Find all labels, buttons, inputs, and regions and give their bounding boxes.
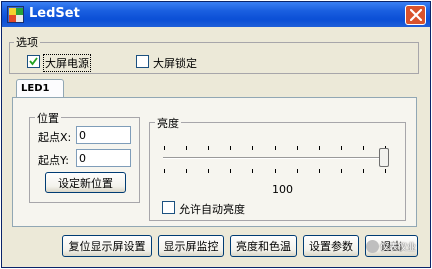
power-checkbox[interactable]: [27, 55, 40, 68]
slider-tick: [275, 169, 276, 173]
window-title: LedSet: [29, 6, 80, 21]
slider-tick: [252, 146, 253, 150]
ledset-window: LedSet 选项 大屏电源 大屏锁定 LED1 位置 起点X: 起点Y: 设定…: [1, 1, 431, 268]
start-x-input[interactable]: [76, 126, 131, 144]
lock-checkbox[interactable]: [136, 55, 149, 68]
brightness-color-button[interactable]: 亮度和色温: [230, 235, 297, 257]
close-button[interactable]: [405, 5, 426, 25]
slider-tick: [341, 169, 342, 173]
slider-tick: [297, 146, 298, 150]
checkmark-icon: [29, 57, 38, 66]
slider-tick: [385, 169, 386, 173]
settings-button[interactable]: 设置参数: [303, 235, 359, 257]
slider-tick: [186, 146, 187, 150]
brightness-slider-track[interactable]: [163, 157, 389, 159]
slider-tick: [164, 169, 165, 173]
slider-tick: [230, 146, 231, 150]
title-bar[interactable]: LedSet: [2, 2, 430, 27]
watermark-logo-icon: [366, 240, 379, 253]
slider-tick: [208, 146, 209, 150]
slider-tick: [341, 146, 342, 150]
position-group-label: 位置: [35, 110, 61, 126]
options-group-label: 选项: [14, 34, 40, 50]
reset-display-button[interactable]: 复位显示屏设置: [62, 235, 152, 257]
tab-led1[interactable]: LED1: [16, 79, 64, 98]
app-icon: [7, 6, 24, 23]
slider-tick: [164, 146, 165, 150]
power-checkbox-label: 大屏电源: [43, 54, 91, 72]
slider-tick: [319, 146, 320, 150]
slider-tick: [275, 146, 276, 150]
start-x-label: 起点X:: [38, 131, 72, 144]
watermark-text: 仪表仪业: [380, 243, 417, 253]
brightness-group-label: 亮度: [155, 115, 181, 131]
slider-tick: [363, 169, 364, 173]
tab-led1-label: LED1: [21, 83, 50, 94]
slider-tick: [252, 169, 253, 173]
slider-tick: [230, 169, 231, 173]
slider-tick: [186, 169, 187, 173]
lock-checkbox-label: 大屏锁定: [153, 57, 197, 70]
start-y-label: 起点Y:: [38, 154, 69, 167]
brightness-value: 100: [272, 183, 293, 196]
close-icon: [410, 9, 422, 21]
slider-tick: [208, 169, 209, 173]
slider-tick: [363, 146, 364, 150]
set-position-button[interactable]: 设定新位置: [45, 172, 126, 193]
slider-tick: [297, 169, 298, 173]
auto-brightness-checkbox[interactable]: [162, 201, 175, 214]
auto-brightness-label: 允许自动亮度: [179, 203, 245, 216]
slider-tick: [319, 169, 320, 173]
monitor-button[interactable]: 显示屏监控: [158, 235, 224, 257]
start-y-input[interactable]: [76, 149, 131, 167]
brightness-slider-thumb[interactable]: [379, 148, 389, 167]
